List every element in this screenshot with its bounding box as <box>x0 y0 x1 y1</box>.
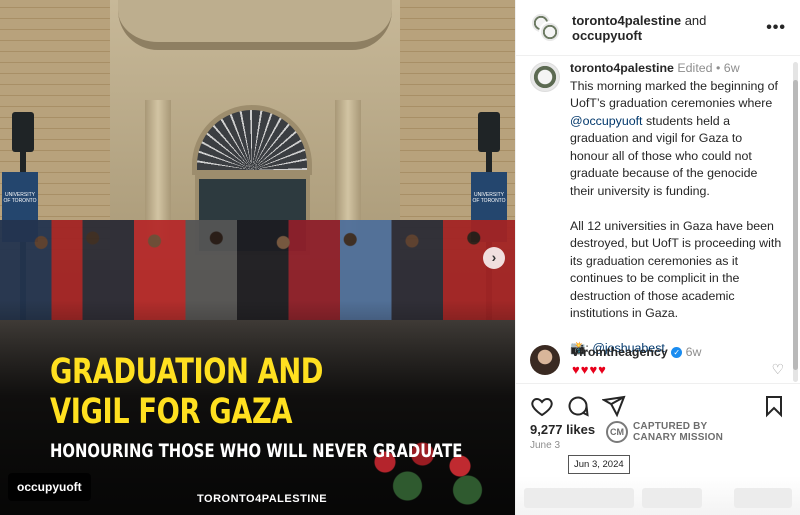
caption-username[interactable]: toronto4palestine <box>570 61 674 75</box>
column-left <box>145 100 171 240</box>
chevron-right-icon: › <box>491 249 497 265</box>
lamp-left <box>12 112 34 152</box>
post-date[interactable]: June 3 <box>530 440 560 451</box>
avatar[interactable] <box>530 62 560 92</box>
caption-age[interactable]: 6w <box>724 61 740 75</box>
headline-line-2: VIGIL FOR GAZA <box>50 392 293 432</box>
scrollbar-thumb[interactable] <box>793 80 798 370</box>
avatar <box>539 20 561 43</box>
lamp-right <box>478 112 500 152</box>
captured-line-2: CANARY MISSION <box>633 432 724 443</box>
post-caption: toronto4palestine Edited • 6w This morni… <box>530 60 784 375</box>
share-icon[interactable] <box>602 394 626 418</box>
collab-avatars[interactable] <box>530 11 562 44</box>
author-link-1[interactable]: toronto4palestine <box>572 13 681 28</box>
post-sidebar: toronto4palestine and occupyuoft ••• tor… <box>515 0 800 515</box>
date-tooltip: Jun 3, 2024 <box>568 455 630 474</box>
comment-username[interactable]: vfromtheagency <box>572 345 668 359</box>
post-media[interactable]: UNIVERSITY OF TORONTO UNIVERSITY OF TORO… <box>0 0 515 515</box>
caption-para2: All 12 universities in Gaza have been de… <box>570 218 782 321</box>
meta-dot: • <box>716 61 721 75</box>
more-horizontal-icon[interactable]: ••• <box>766 19 786 37</box>
comment-item: vfromtheagency ✓ 6w ♥♥♥♥ ♡ <box>530 345 784 378</box>
media-subline: HONOURING THOSE WHO WILL NEVER GRADUATE <box>50 440 463 462</box>
captured-badge: CM CAPTURED BY CANARY MISSION <box>606 421 723 443</box>
heart-icon[interactable] <box>530 394 554 418</box>
likes-count[interactable]: 9,277 likes <box>530 422 595 437</box>
tagged-user-label[interactable]: occupyuoft <box>8 473 91 501</box>
comment-icon[interactable] <box>566 394 590 418</box>
author-joiner: and <box>684 12 707 28</box>
verified-icon: ✓ <box>671 347 683 359</box>
bookmark-icon[interactable] <box>762 394 786 418</box>
captured-line-1: CAPTURED BY <box>633 421 708 432</box>
comment-age: 6w <box>685 345 702 359</box>
canary-logo-icon: CM <box>606 421 628 443</box>
media-brand: TORONTO4PALESTINE <box>197 493 328 505</box>
column-right <box>335 100 361 240</box>
comment-box-placeholder <box>516 476 800 515</box>
next-slide-button[interactable]: › <box>483 247 505 269</box>
mention-link[interactable]: @occupyuoft <box>570 114 643 128</box>
comment-text: ♥♥♥♥ <box>572 362 607 377</box>
author-link-2[interactable]: occupyuoft <box>572 28 642 43</box>
media-headline: GRADUATION AND VIGIL FOR GAZA <box>50 352 323 432</box>
edited-label: Edited <box>677 61 713 75</box>
avatar[interactable] <box>530 345 560 375</box>
comment-like-heart-icon[interactable]: ♡ <box>771 361 784 378</box>
caption-para1-pre: This morning marked the beginning of Uof… <box>570 78 779 111</box>
building-pediment <box>118 0 392 50</box>
post-header: toronto4palestine and occupyuoft ••• <box>516 0 800 56</box>
headline-line-1: GRADUATION AND <box>50 352 324 392</box>
post-authors: toronto4palestine and occupyuoft <box>572 13 766 43</box>
post-actions: 9,277 likes June 3 CM CAPTURED BY CANARY… <box>516 383 800 515</box>
